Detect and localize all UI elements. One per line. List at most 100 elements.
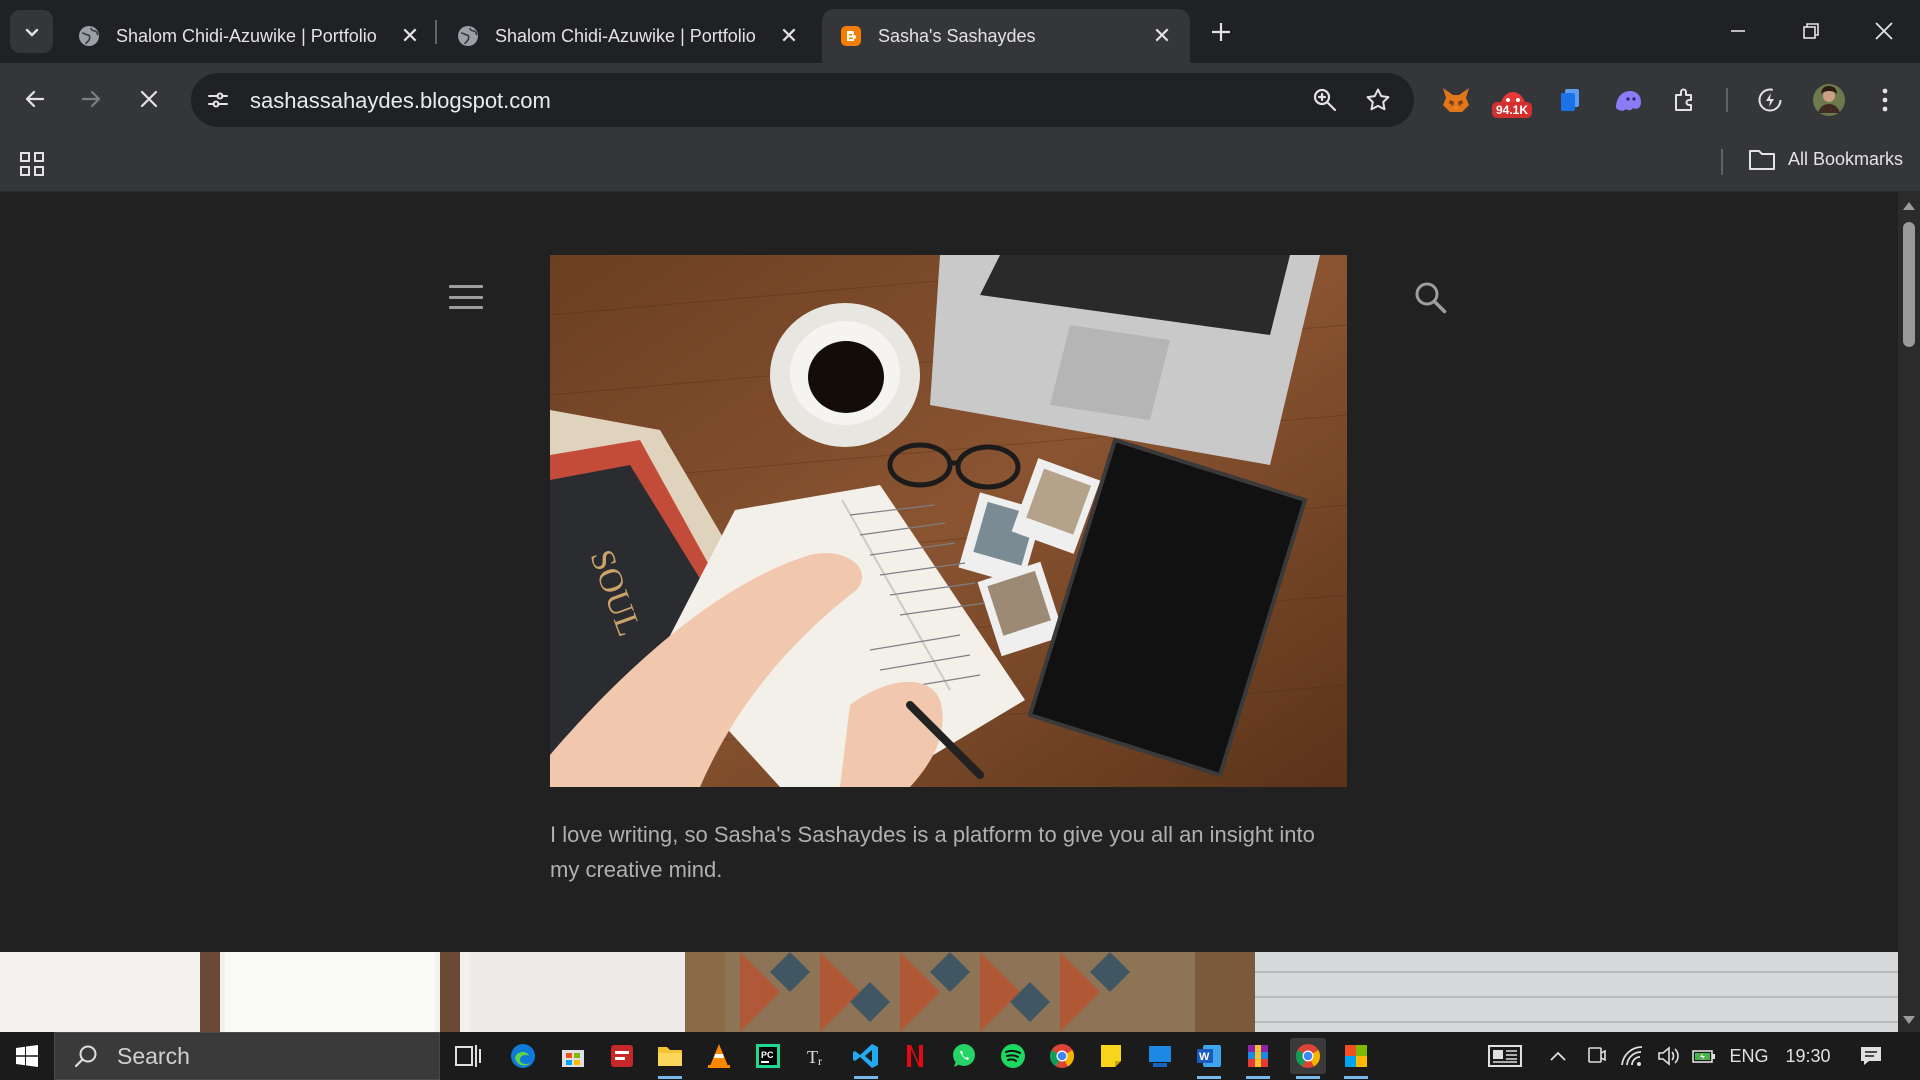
word-icon: W: [1197, 1045, 1221, 1067]
taskbar-whatsapp[interactable]: [946, 1038, 982, 1074]
close-icon[interactable]: ✕: [777, 23, 801, 48]
fox-icon: [1443, 88, 1469, 112]
taskbar-netflix[interactable]: [897, 1038, 933, 1074]
wifi-tray-icon[interactable]: [1618, 1032, 1648, 1080]
clock[interactable]: 19:30: [1780, 1032, 1836, 1080]
taskbar-vscode[interactable]: [848, 1038, 884, 1079]
extensions-menu-button[interactable]: [1665, 80, 1705, 120]
folder-icon: [1749, 150, 1775, 170]
scroll-down-arrow[interactable]: [1903, 1016, 1915, 1024]
restore-icon: [1803, 23, 1819, 39]
chevron-down-icon: [25, 28, 38, 37]
scrollbar-thumb[interactable]: [1903, 222, 1915, 347]
all-bookmarks-button[interactable]: All Bookmarks: [1748, 147, 1903, 171]
scroll-up-arrow[interactable]: [1903, 202, 1915, 210]
taskbar-chrome-active[interactable]: [1290, 1038, 1326, 1079]
globe-icon: [78, 25, 100, 47]
taskbar-word[interactable]: W: [1191, 1038, 1227, 1079]
taskbar-store[interactable]: [555, 1038, 591, 1074]
action-center-button[interactable]: [1856, 1032, 1886, 1080]
browser-toolbar: sashassahaydes.blogspot.com 94.1K: [0, 63, 1920, 137]
close-icon[interactable]: ✕: [398, 23, 422, 48]
url-text[interactable]: sashassahaydes.blogspot.com: [250, 88, 551, 114]
chrome-icon: [1295, 1044, 1321, 1068]
svg-text:r: r: [818, 1054, 822, 1068]
back-button[interactable]: [15, 79, 55, 119]
taskbar-vlc[interactable]: [701, 1038, 737, 1074]
ghost-extension[interactable]: [1608, 80, 1648, 120]
speaker-icon: [1658, 1046, 1679, 1066]
taskbar-winrar[interactable]: [1240, 1038, 1276, 1079]
bookmark-star-icon[interactable]: [1362, 84, 1394, 116]
site-info-icon[interactable]: [202, 84, 234, 116]
arrow-right-icon: [81, 90, 101, 108]
page-viewport: SOUL I love writing, so Sasha's Sashayde…: [0, 192, 1898, 1032]
show-hidden-icons-button[interactable]: [1546, 1032, 1570, 1080]
taskbar-file-explorer[interactable]: [652, 1038, 688, 1079]
header-image: SOUL: [550, 255, 1347, 787]
tab-portfolio-1[interactable]: Shalom Chidi-Azuwike | Portfolio ✕: [60, 9, 438, 63]
battery-tray-icon[interactable]: [1689, 1032, 1719, 1080]
page-scrollbar[interactable]: [1898, 192, 1920, 1032]
task-view-button[interactable]: [450, 1038, 486, 1074]
language-indicator[interactable]: ENG: [1728, 1032, 1770, 1080]
close-icon: [1875, 22, 1893, 40]
svg-text:T: T: [807, 1047, 818, 1067]
edge-icon: [511, 1044, 535, 1068]
blogger-icon: [840, 25, 862, 47]
taskbar-app-blue[interactable]: [1142, 1038, 1178, 1074]
camera-tray-icon[interactable]: [1584, 1032, 1608, 1080]
battery-charging-icon: [1692, 1050, 1715, 1063]
spotify-icon: [1001, 1044, 1025, 1068]
minimize-icon: [1731, 30, 1745, 32]
chevron-up-icon: [1550, 1051, 1566, 1061]
new-tab-button[interactable]: [1205, 16, 1237, 48]
typora-icon: Tr: [807, 1047, 822, 1068]
close-icon[interactable]: ✕: [1150, 23, 1174, 48]
taskbar-edge[interactable]: [505, 1038, 541, 1074]
arrow-left-icon: [25, 90, 45, 108]
menu-button[interactable]: [449, 285, 483, 309]
restore-button[interactable]: [1776, 8, 1846, 54]
tab-search-button[interactable]: [10, 10, 53, 53]
tab-strip: Shalom Chidi-Azuwike | Portfolio ✕ Shalo…: [0, 0, 1920, 63]
metamask-extension[interactable]: [1436, 80, 1476, 120]
post-thumbnail-strip[interactable]: [0, 952, 1898, 1032]
taskbar-chrome-1[interactable]: [1044, 1038, 1080, 1074]
start-button[interactable]: [0, 1032, 54, 1080]
performance-button[interactable]: [1750, 80, 1790, 120]
taskbar-app-red[interactable]: [604, 1038, 640, 1074]
profile-avatar[interactable]: [1809, 80, 1849, 120]
taskbar-sticky-notes[interactable]: [1093, 1038, 1129, 1074]
docs-extension[interactable]: [1550, 80, 1590, 120]
minimize-button[interactable]: [1703, 8, 1773, 54]
taskbar-paint-app[interactable]: [1338, 1038, 1374, 1079]
search-icon: [1415, 282, 1447, 314]
close-window-button[interactable]: [1849, 8, 1919, 54]
wifi-icon: [1621, 1046, 1643, 1066]
taskbar-search[interactable]: Search: [54, 1032, 440, 1080]
chrome-menu-button[interactable]: [1865, 80, 1905, 120]
taskbar-spotify[interactable]: [995, 1038, 1031, 1074]
archive-icon: [1248, 1045, 1268, 1067]
avatar-icon: [1813, 84, 1845, 116]
stop-loading-button[interactable]: [129, 79, 169, 119]
address-bar[interactable]: sashassahaydes.blogspot.com: [191, 73, 1414, 127]
zoom-icon[interactable]: [1309, 84, 1341, 116]
vscode-icon: [853, 1044, 878, 1068]
forward-button[interactable]: [71, 79, 111, 119]
notification-icon: [1861, 1047, 1881, 1065]
taskbar-pycharm[interactable]: PC: [750, 1038, 786, 1074]
svg-text:PC: PC: [761, 1050, 774, 1060]
volume-tray-icon[interactable]: [1654, 1032, 1684, 1080]
adblock-extension[interactable]: 94.1K: [1490, 80, 1536, 120]
taskbar-typora[interactable]: Tr: [800, 1038, 836, 1074]
apps-grid-icon[interactable]: [18, 150, 46, 183]
tab-sashas-sashaydes[interactable]: Sasha's Sashaydes ✕: [822, 9, 1190, 63]
puzzle-icon: [1675, 88, 1692, 111]
blog-description: I love writing, so Sasha's Sashaydes is …: [550, 822, 1315, 882]
pycharm-icon: PC: [756, 1044, 780, 1068]
tab-portfolio-2[interactable]: Shalom Chidi-Azuwike | Portfolio ✕: [439, 9, 817, 63]
news-widget-button[interactable]: [1482, 1032, 1528, 1080]
page-search-button[interactable]: [1413, 280, 1449, 321]
